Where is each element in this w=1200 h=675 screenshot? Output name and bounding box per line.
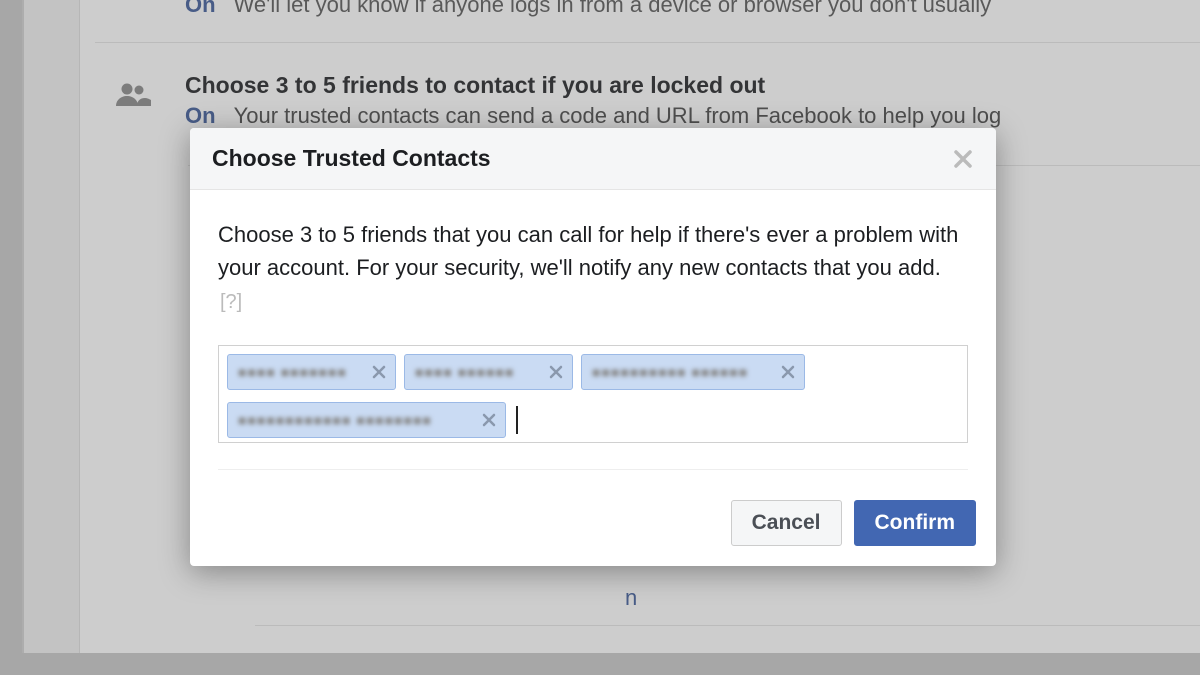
remove-contact-icon[interactable] xyxy=(371,364,387,380)
trusted-contacts-modal: Choose Trusted Contacts Choose 3 to 5 fr… xyxy=(190,128,996,566)
contact-token: ■■■■ ■■■■■■ xyxy=(404,354,573,390)
modal-body: Choose 3 to 5 friends that you can call … xyxy=(190,190,996,484)
remove-contact-icon[interactable] xyxy=(548,364,564,380)
contact-token: ■■■■ ■■■■■■■ xyxy=(227,354,396,390)
contact-token: ■■■■■■■■■■ ■■■■■■ xyxy=(581,354,805,390)
trusted-contacts-input[interactable]: ■■■■ ■■■■■■■ ■■■■ ■■■■■■ ■■■■■■■■■■ ■■■■… xyxy=(218,345,968,443)
modal-footer: Cancel Confirm xyxy=(190,484,996,566)
contact-name: ■■■■ ■■■■■■ xyxy=(415,364,540,380)
close-icon[interactable] xyxy=(952,148,974,170)
contact-token: ■■■■■■■■■■■■ ■■■■■■■■ xyxy=(227,402,506,438)
modal-header: Choose Trusted Contacts xyxy=(190,128,996,190)
modal-description: Choose 3 to 5 friends that you can call … xyxy=(218,218,968,317)
cancel-button[interactable]: Cancel xyxy=(731,500,842,546)
contact-name: ■■■■■■■■■■ ■■■■■■ xyxy=(592,364,772,380)
remove-contact-icon[interactable] xyxy=(780,364,796,380)
contact-name: ■■■■ ■■■■■■■ xyxy=(238,364,363,380)
help-icon[interactable]: [?] xyxy=(220,291,242,313)
remove-contact-icon[interactable] xyxy=(481,412,497,428)
modal-title: Choose Trusted Contacts xyxy=(212,145,491,172)
contact-name: ■■■■■■■■■■■■ ■■■■■■■■ xyxy=(238,412,473,428)
divider xyxy=(218,469,968,470)
confirm-button[interactable]: Confirm xyxy=(854,500,977,546)
text-cursor xyxy=(516,406,518,434)
